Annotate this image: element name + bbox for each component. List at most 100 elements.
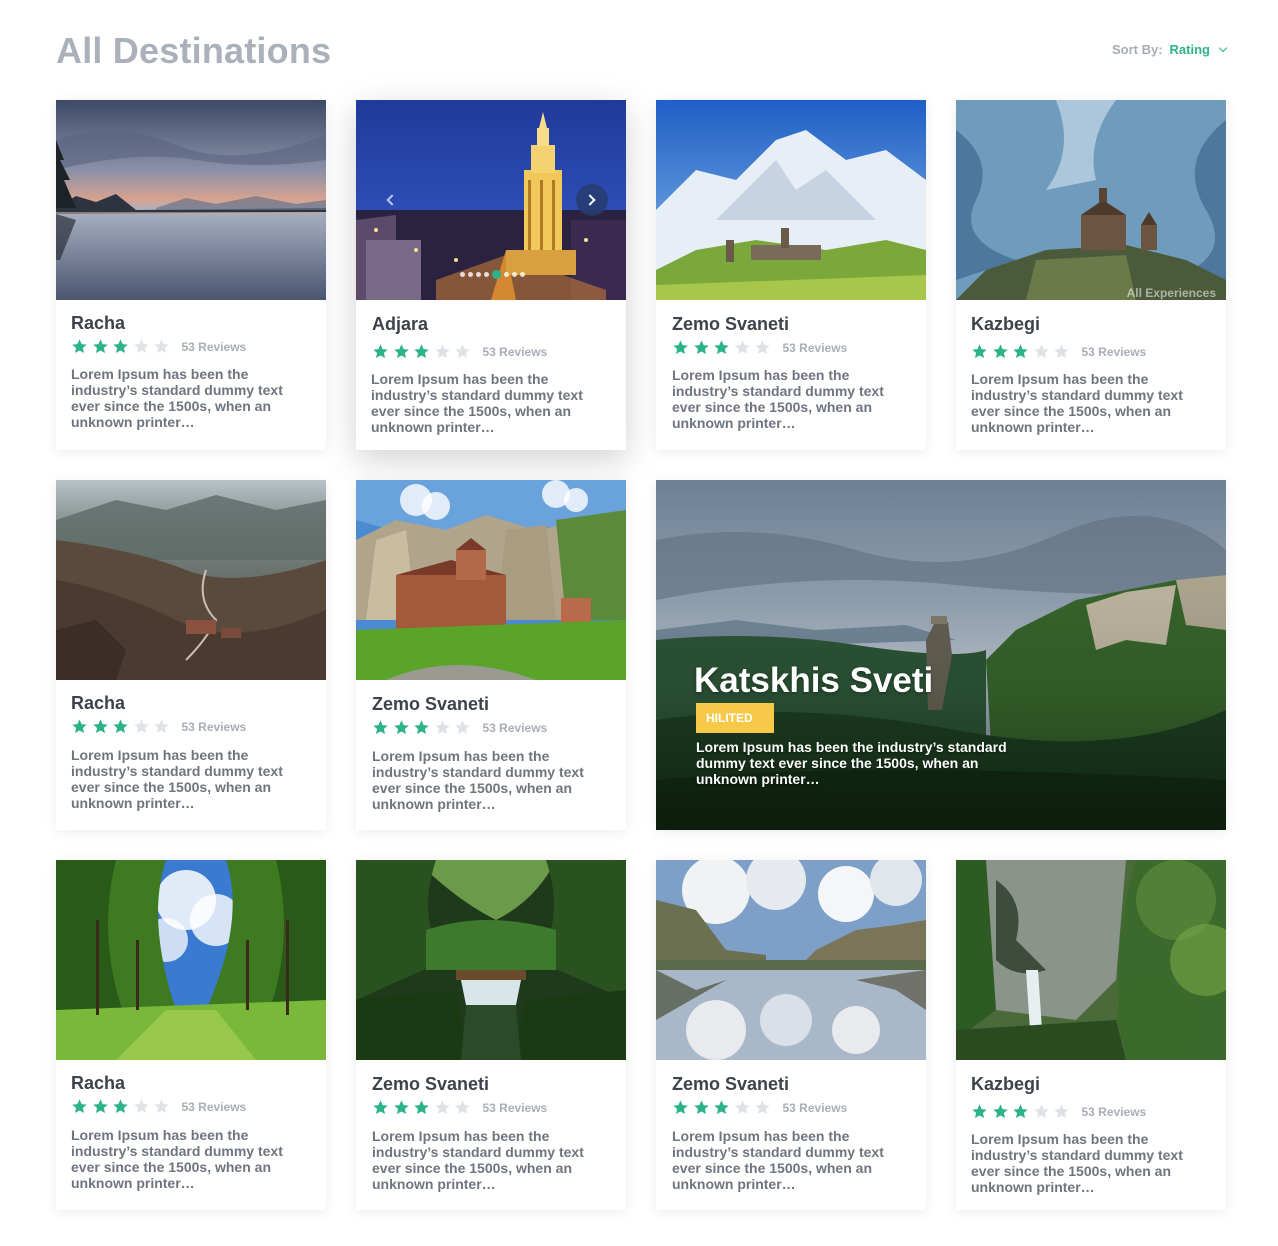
destination-name[interactable]: Kazbegi: [971, 1074, 1040, 1095]
destination-name[interactable]: Racha: [71, 313, 125, 334]
star-icon: [72, 1099, 87, 1114]
destination-image[interactable]: [56, 480, 326, 680]
destination-image[interactable]: [656, 100, 926, 300]
carousel-dot[interactable]: [520, 272, 525, 277]
review-count[interactable]: 53 Reviews: [1082, 345, 1147, 359]
destination-image[interactable]: [356, 100, 626, 300]
destination-name[interactable]: Adjara: [372, 314, 428, 335]
carousel-dot-active[interactable]: [492, 270, 501, 279]
sort-value[interactable]: Rating: [1170, 42, 1210, 57]
destination-card[interactable]: Zemo Svaneti 53 Reviews Lorem Ipsum has …: [356, 860, 626, 1210]
star-icon: [393, 1100, 409, 1115]
star-icon: [972, 344, 987, 359]
star-icon: [693, 1100, 709, 1115]
review-count[interactable]: 53 Reviews: [483, 1101, 548, 1115]
star-icon: [434, 720, 450, 735]
destination-image[interactable]: All Experiences: [956, 100, 1226, 300]
hilited-badge: HILITED: [696, 703, 774, 733]
carousel-prev-button[interactable]: [374, 184, 406, 216]
destination-card[interactable]: Racha 53 Reviews Lorem Ipsum has been th…: [56, 860, 326, 1210]
chevron-down-icon[interactable]: [1218, 43, 1228, 52]
destination-image[interactable]: [956, 860, 1226, 1060]
destination-name[interactable]: Racha: [71, 1073, 125, 1094]
star-icon: [154, 1099, 169, 1114]
star-icon: [755, 340, 770, 355]
destination-name[interactable]: Kazbegi: [971, 314, 1040, 335]
destination-name[interactable]: Racha: [71, 693, 125, 714]
star-icon: [1013, 344, 1028, 359]
destination-card[interactable]: Zemo Svaneti 53 Reviews Lorem Ipsum has …: [656, 100, 926, 450]
sort-control[interactable]: Sort By: Rating: [1112, 42, 1228, 57]
star-rating: 53 Reviews: [672, 339, 847, 356]
destination-card[interactable]: Zemo Svaneti 53 Reviews Lorem Ipsum has …: [656, 860, 926, 1210]
destination-card[interactable]: Kazbegi 53 Reviews Lorem Ipsum has been …: [956, 860, 1226, 1210]
destination-card[interactable]: Racha 53 Reviews Lorem Ipsum has been th…: [56, 480, 326, 830]
featured-destination-card[interactable]: Katskhis Sveti HILITED Lorem Ipsum has b…: [656, 480, 1226, 830]
star-icon: [1033, 344, 1049, 359]
destination-description: Lorem Ipsum has been the industry’s stan…: [71, 747, 283, 811]
destination-description: Lorem Ipsum has been the industry’s stan…: [372, 748, 584, 812]
star-icon: [673, 1100, 688, 1115]
star-icon: [1054, 344, 1069, 359]
chevron-left-icon: [386, 194, 398, 206]
review-count[interactable]: 53 Reviews: [483, 345, 548, 359]
destination-card[interactable]: Adjara 53 Reviews Lorem Ipsum has been t…: [356, 100, 626, 450]
carousel-dots: [460, 270, 525, 279]
star-icon: [113, 719, 128, 734]
star-icon: [393, 720, 409, 735]
star-rating: 53 Reviews: [71, 718, 246, 735]
review-count[interactable]: 53 Reviews: [483, 721, 548, 735]
destination-image[interactable]: [356, 480, 626, 680]
carousel-dot[interactable]: [504, 272, 509, 277]
destination-card[interactable]: Racha 53 Reviews Lorem Ipsum has been th…: [56, 100, 326, 450]
destination-name[interactable]: Zemo Svaneti: [672, 1074, 789, 1095]
star-icon: [154, 719, 169, 734]
star-icon: [72, 719, 87, 734]
chevron-right-icon: [584, 194, 596, 206]
review-count[interactable]: 53 Reviews: [783, 1101, 848, 1115]
star-icon: [414, 344, 429, 359]
destination-name[interactable]: Zemo Svaneti: [372, 1074, 489, 1095]
carousel-dot[interactable]: [460, 272, 465, 277]
destination-card[interactable]: All Experiences Kazbegi 53 Reviews Lorem…: [956, 100, 1226, 450]
star-icon: [1054, 1104, 1069, 1119]
star-icon: [154, 339, 169, 354]
star-rating: 53 Reviews: [71, 1098, 246, 1115]
destination-image[interactable]: [56, 860, 326, 1060]
review-count[interactable]: 53 Reviews: [783, 341, 848, 355]
featured-name[interactable]: Katskhis Sveti: [694, 661, 933, 701]
star-rating: 53 Reviews: [372, 343, 547, 360]
review-count[interactable]: 53 Reviews: [1082, 1105, 1147, 1119]
carousel-dot[interactable]: [476, 272, 481, 277]
review-count[interactable]: 53 Reviews: [182, 1100, 247, 1114]
carousel-next-button[interactable]: [576, 184, 608, 216]
destination-image[interactable]: [356, 860, 626, 1060]
page-title: All Destinations: [56, 30, 332, 71]
destination-description: Lorem Ipsum has been the industry’s stan…: [71, 366, 283, 430]
star-rating: 53 Reviews: [372, 719, 547, 736]
star-icon: [734, 340, 750, 355]
all-experiences-link[interactable]: All Experiences: [1127, 286, 1216, 300]
destination-card[interactable]: Zemo Svaneti 53 Reviews Lorem Ipsum has …: [356, 480, 626, 830]
destination-image[interactable]: [56, 100, 326, 300]
review-count[interactable]: 53 Reviews: [182, 340, 247, 354]
destination-name[interactable]: Zemo Svaneti: [372, 694, 489, 715]
star-icon: [455, 344, 470, 359]
star-icon: [373, 1100, 388, 1115]
carousel-dot[interactable]: [468, 272, 473, 277]
destinations-page: All Destinations Sort By: Rating Racha 5…: [0, 0, 1278, 1246]
carousel-dot[interactable]: [484, 272, 489, 277]
review-count[interactable]: 53 Reviews: [182, 720, 247, 734]
star-icon: [434, 1100, 450, 1115]
destination-image[interactable]: [656, 860, 926, 1060]
star-icon: [373, 720, 388, 735]
star-rating: 53 Reviews: [71, 338, 246, 355]
carousel-dot[interactable]: [512, 272, 517, 277]
star-icon: [693, 340, 709, 355]
destination-name[interactable]: Zemo Svaneti: [672, 314, 789, 335]
destination-description: Lorem Ipsum has been the industry’s stan…: [372, 1128, 584, 1192]
star-rating: 53 Reviews: [672, 1099, 847, 1116]
star-icon: [414, 720, 429, 735]
star-icon: [455, 1100, 470, 1115]
star-rating: 53 Reviews: [971, 343, 1146, 360]
